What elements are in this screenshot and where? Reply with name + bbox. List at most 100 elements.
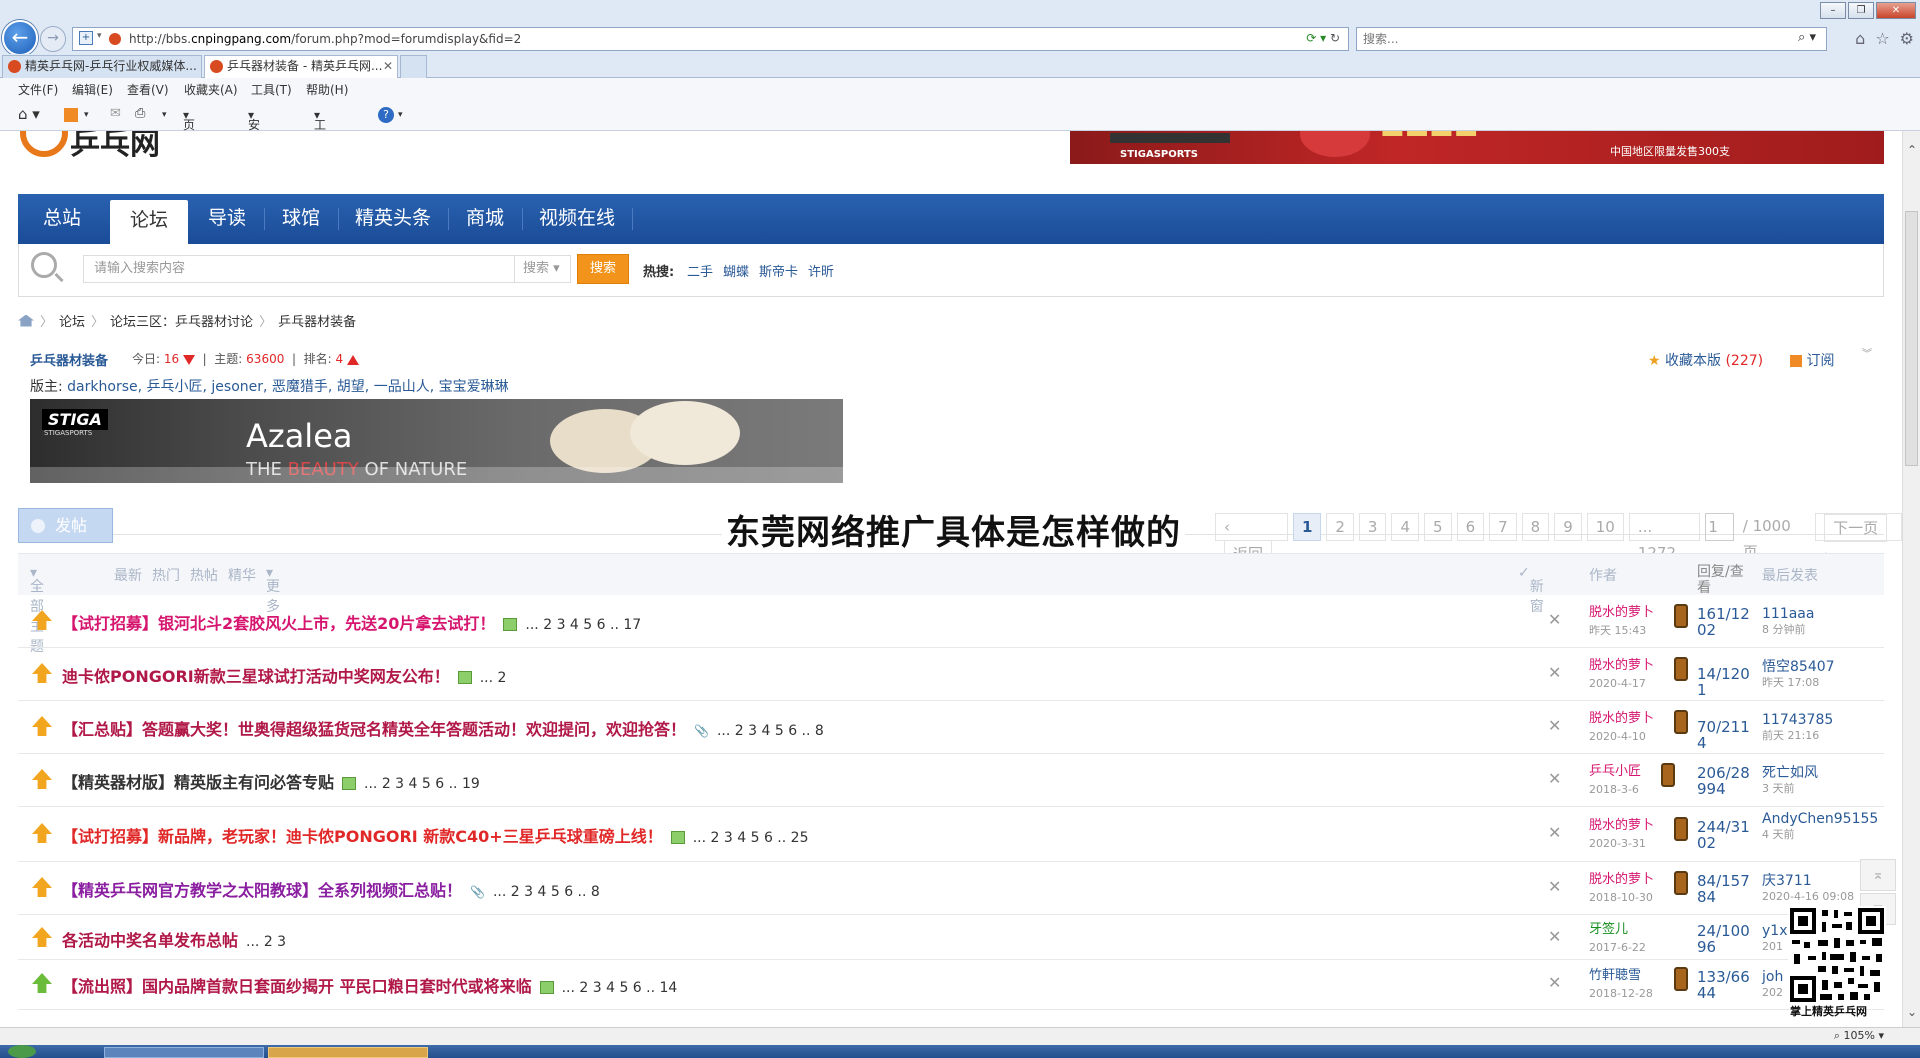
scroll-top-button[interactable]: ⌅ <box>1860 859 1896 891</box>
restore-button[interactable]: ❐ <box>1848 2 1874 19</box>
thread-pages[interactable]: ... 2 <box>480 670 507 686</box>
filter-hot[interactable]: 热门 <box>152 565 180 585</box>
filter-essence[interactable]: 精华 <box>228 565 256 585</box>
help-icon[interactable]: ? <box>378 107 394 123</box>
last-post[interactable]: 死亡如风 3 天前 <box>1762 765 1882 797</box>
search-button[interactable]: 搜索 <box>577 254 629 284</box>
rss-icon[interactable] <box>64 108 78 122</box>
nav-item-venues[interactable]: 球馆 <box>266 194 336 244</box>
thread-pages[interactable]: ... 2 3 4 5 6 .. 8 <box>717 723 824 739</box>
nav-item-shop[interactable]: 商城 <box>450 194 520 244</box>
forum-name[interactable]: 乒乓器材装备 <box>30 350 108 369</box>
close-tab-icon[interactable]: ✕ <box>383 56 393 77</box>
filter-more[interactable]: 更多 ▾ <box>266 565 280 615</box>
thread-author[interactable]: 脱水的萝卜 昨天 15:43 <box>1589 604 1654 640</box>
home-icon[interactable]: ⌂ ▾ <box>18 105 40 123</box>
dropdown-arrow-icon[interactable]: ▾ <box>84 110 89 120</box>
last-page-link[interactable]: ... 1272 <box>1628 513 1701 562</box>
menu-view[interactable]: 查看(V) <box>127 81 169 98</box>
gear-icon[interactable]: ⚙ <box>1900 29 1914 48</box>
close-icon[interactable]: ✕ <box>1548 716 1561 735</box>
thread-title[interactable]: 各活动中奖名单发布总帖 ... 2 3 <box>62 927 286 951</box>
collapse-icon[interactable]: ︾ <box>1862 345 1872 360</box>
close-icon[interactable]: ✕ <box>1548 877 1561 896</box>
moderators-list[interactable]: darkhorse, 乒乓小匠, jesoner, 恶魔猎手, 胡望, 一品山人… <box>67 379 508 395</box>
scrollbar-thumb[interactable] <box>1905 211 1918 466</box>
site-logo[interactable]: 乒乓网 <box>20 131 230 161</box>
close-window-button[interactable]: ✕ <box>1876 2 1916 19</box>
zoom-control[interactable]: ⌕ 105% ▾ <box>1834 1029 1884 1043</box>
close-icon[interactable]: ✕ <box>1548 973 1561 992</box>
forward-button[interactable]: → <box>40 26 66 52</box>
breadcrumb-section[interactable]: 论坛三区：乒乓器材讨论 <box>110 311 253 330</box>
refresh-icon[interactable]: ↻ <box>1330 31 1340 45</box>
new-tab-button[interactable] <box>400 55 427 78</box>
page-link[interactable]: 4 <box>1391 513 1420 541</box>
page-link[interactable]: 2 <box>1326 513 1354 541</box>
menu-help[interactable]: 帮助(H) <box>306 81 348 98</box>
thread-author[interactable]: 竹軒聴雪 2018-12-28 <box>1589 967 1653 1003</box>
thread-author[interactable]: 脱水的萝卜 2020-4-17 <box>1589 657 1654 693</box>
thread-author[interactable]: 牙签儿 2017-6-22 <box>1589 921 1646 957</box>
last-post[interactable]: 悟空85407 昨天 17:08 <box>1762 659 1882 691</box>
thread-author[interactable]: 乒乓小匠 2018-3-6 <box>1589 763 1641 799</box>
page-link[interactable]: 7 <box>1489 513 1517 541</box>
forum-search-input[interactable]: 请输入搜索内容 <box>83 255 515 283</box>
dropdown-arrow-icon[interactable]: ▾ <box>162 110 167 120</box>
breadcrumb-forum[interactable]: 论坛 <box>59 311 85 330</box>
scroll-up-icon[interactable]: ⌃ <box>1907 143 1917 157</box>
home-icon[interactable]: ⌂ <box>1855 29 1865 48</box>
print-icon[interactable]: ⎙ <box>135 106 145 121</box>
browser-search-input[interactable] <box>1363 29 1763 49</box>
close-icon[interactable]: ✕ <box>1548 610 1561 629</box>
address-bar[interactable]: + ▾ http://bbs.cnpingpang.com/forum.php?… <box>72 27 1349 51</box>
subscribe-link[interactable]: 订阅 <box>1790 350 1834 370</box>
safety-menu[interactable]: 安全(S) ▾ <box>248 108 265 164</box>
filter-all[interactable]: 全部主题 ▾ <box>30 565 44 655</box>
tools-menu[interactable]: 工具(O) ▾ <box>314 108 333 164</box>
next-page-button[interactable]: 下一页 › <box>1815 513 1902 564</box>
last-post[interactable]: 11743785 前天 21:16 <box>1762 712 1882 744</box>
scroll-down-icon[interactable]: ⌄ <box>1907 1005 1917 1019</box>
thread-pages[interactable]: ... 2 3 4 5 6 .. 25 <box>693 830 809 846</box>
page-link[interactable]: 1 <box>1292 513 1322 541</box>
back-page-button[interactable]: ‹ 返回 <box>1215 513 1288 568</box>
thread-title[interactable]: 【流出照】国内品牌首款日套面纱揭开 平民口粮日套时代或将来临 ... 2 3 4 … <box>62 973 677 997</box>
taskbar-item[interactable] <box>104 1047 264 1058</box>
favorite-board[interactable]: ★ 收藏本版 (227) <box>1648 350 1763 370</box>
thread-author[interactable]: 脱水的萝卜 2018-10-30 <box>1589 871 1654 907</box>
dropdown-arrow-icon[interactable]: ▾ <box>97 31 102 41</box>
minimize-button[interactable]: – <box>1820 2 1846 19</box>
browser-search-box[interactable]: ⌕ ▾ <box>1356 27 1827 51</box>
dropdown-arrow-icon[interactable]: ▾ <box>398 110 403 120</box>
nav-item-home[interactable]: 总站 <box>18 194 106 244</box>
close-icon[interactable]: ✕ <box>1548 927 1561 946</box>
search-icon[interactable]: ⌕ ▾ <box>1798 30 1816 45</box>
thread-title[interactable]: 【汇总贴】答题赢大奖！世奥得超级猛货冠名精英全年答题活动！欢迎提问，欢迎抢答！ 📎… <box>62 716 824 740</box>
thread-title[interactable]: 【试打招募】新品牌，老玩家！迪卡侬PONGORI 新款C40+三星乒乓球重磅上线… <box>62 823 808 847</box>
nav-item-guide[interactable]: 导读 <box>192 194 262 244</box>
close-icon[interactable]: ✕ <box>1548 663 1561 682</box>
menu-favorites[interactable]: 收藏夹(A) <box>184 81 238 98</box>
thread-title[interactable]: 迪卡侬PONGORI新款三星球试打活动中奖网友公布！ ... 2 <box>62 663 506 687</box>
page-scrollbar[interactable]: ⌃ ⌄ <box>1902 131 1920 1027</box>
page-menu[interactable]: 页面(P) ▾ <box>183 108 200 164</box>
page-link[interactable]: 10 <box>1586 513 1624 541</box>
top-ad-banner[interactable]: STIGASPORTS ▬▬▬▬ 中国地区限量发售300支 <box>1070 131 1884 164</box>
nav-item-forum[interactable]: 论坛 <box>110 200 188 244</box>
filter-latest[interactable]: 最新 <box>114 565 142 585</box>
refresh-status-icon[interactable]: ⟳ ▾ <box>1306 31 1326 45</box>
menu-tools[interactable]: 工具(T) <box>251 81 292 98</box>
last-post[interactable]: 111aaa 8 分钟前 <box>1762 606 1882 638</box>
new-window-toggle[interactable]: ✓ 新窗 <box>1518 565 1544 615</box>
mail-icon[interactable]: ✉ <box>110 106 121 121</box>
compat-view-icon[interactable]: + <box>79 31 93 45</box>
hot-link[interactable]: 许昕 <box>808 261 834 280</box>
start-button[interactable] <box>8 1045 36 1058</box>
home-icon[interactable] <box>18 314 34 327</box>
hot-link[interactable]: 二手 <box>687 261 713 280</box>
close-icon[interactable]: ✕ <box>1548 823 1561 842</box>
thread-pages[interactable]: ... 2 3 4 5 6 .. 17 <box>525 617 641 633</box>
page-jump-input[interactable]: 1 <box>1705 513 1734 541</box>
thread-pages[interactable]: ... 2 3 4 5 6 .. 8 <box>493 884 600 900</box>
